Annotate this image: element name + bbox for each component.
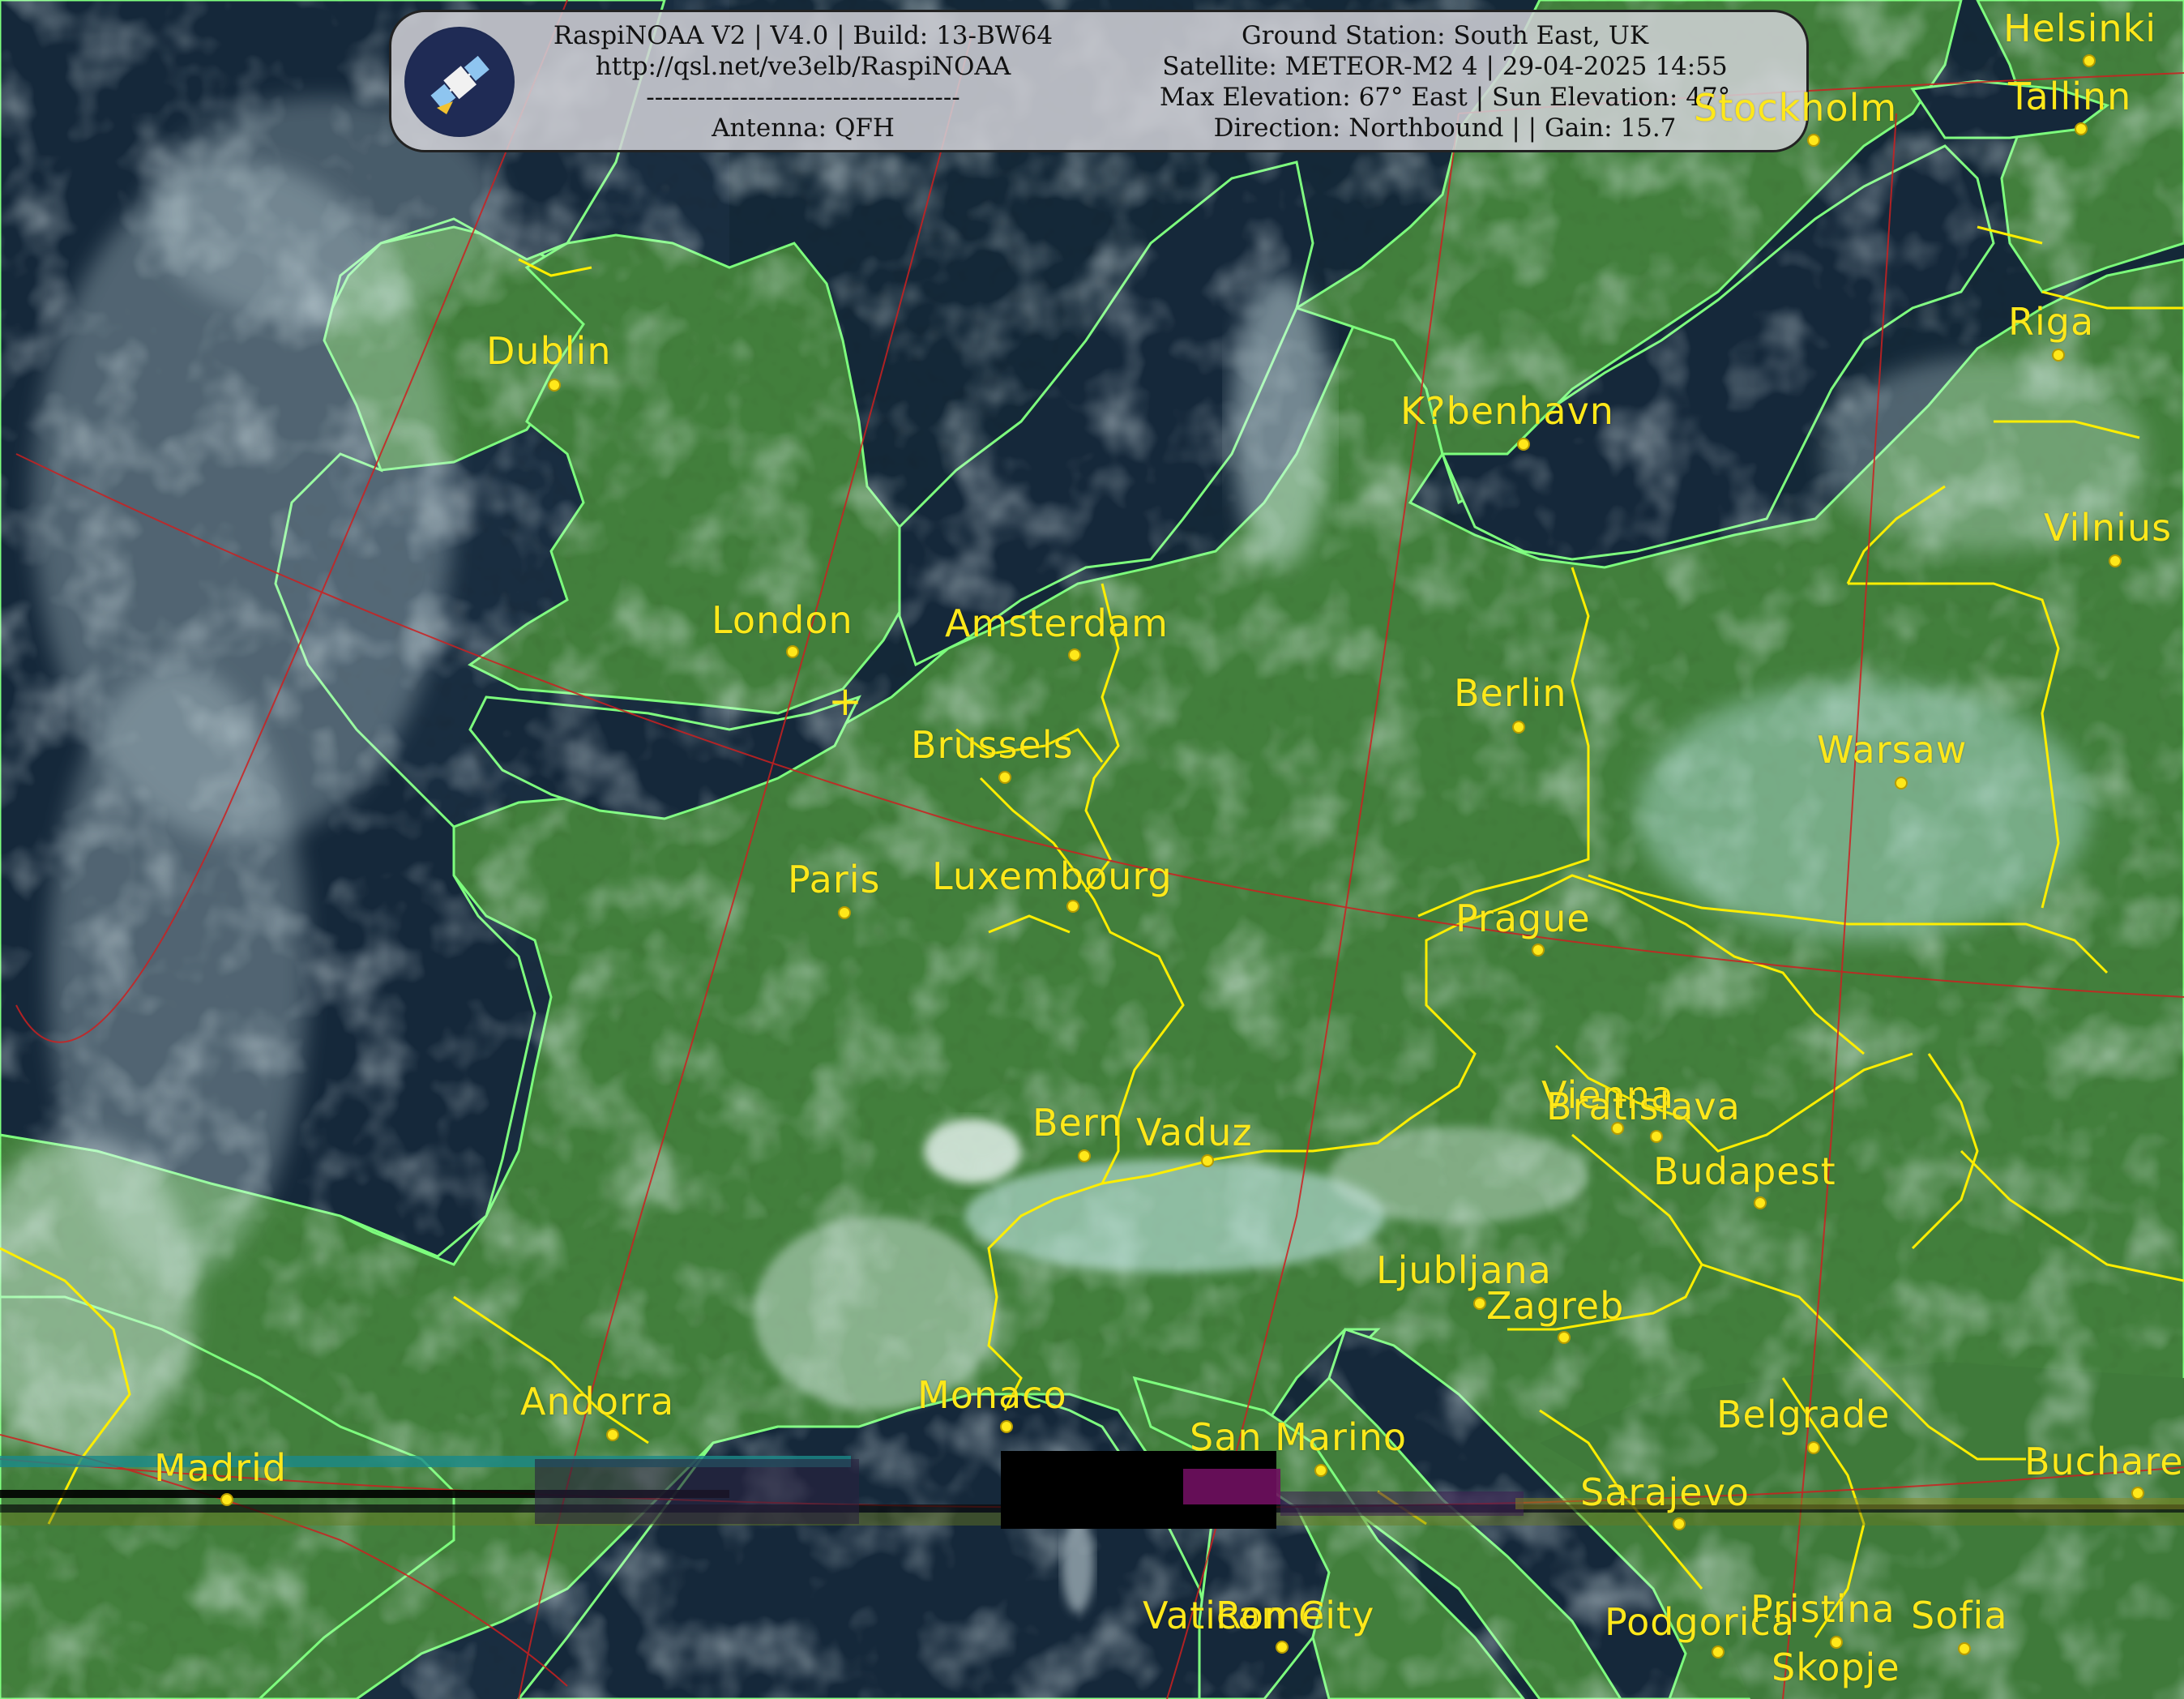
city-label: Luxembourg (932, 854, 1173, 898)
city-label: Andorra (520, 1380, 675, 1423)
city-dot (2052, 349, 2065, 362)
city-label: Vilnius (2044, 506, 2173, 550)
city-label: Brussels (911, 723, 1074, 767)
city-label: Dublin (486, 329, 612, 373)
city-label: Pristina (1750, 1587, 1896, 1631)
satellite-logo-icon (404, 27, 515, 137)
city-dot (1611, 1122, 1624, 1135)
city-label: Bratislava (1546, 1085, 1741, 1128)
city-label: Riga (2008, 300, 2095, 344)
plus-marker-icon: + (828, 678, 862, 725)
city-dot (1314, 1464, 1327, 1477)
city-dot (1512, 721, 1525, 734)
city-dot (1066, 900, 1079, 913)
city-dot (1558, 1331, 1571, 1344)
city-dot (1895, 777, 1908, 790)
city-dot (2109, 554, 2122, 567)
city-label: K?benhavn (1400, 389, 1614, 433)
city-dot (1807, 134, 1820, 147)
clouds (0, 0, 2184, 1699)
city-dot (998, 771, 1011, 784)
city-label: Sarajevo (1580, 1470, 1750, 1514)
city-dot (606, 1428, 619, 1441)
city-label: Helsinki (2003, 6, 2156, 50)
city-dot (2083, 54, 2096, 67)
city-dot (548, 379, 561, 392)
project-link[interactable]: http://qsl.net/ve3elb/RaspiNOAA (528, 51, 1079, 82)
info-header-panel: RaspiNOAA V2 | V4.0 | Build: 13-BW64 htt… (389, 10, 1809, 152)
city-label: Skopje (1772, 1646, 1900, 1689)
header-left-column: RaspiNOAA V2 | V4.0 | Build: 13-BW64 htt… (528, 20, 1079, 143)
city-label: Tallinn (2008, 75, 2132, 118)
city-dot (220, 1493, 233, 1506)
city-dot (1201, 1154, 1214, 1167)
city-label: Vaduz (1136, 1111, 1253, 1154)
city-dot (1712, 1646, 1725, 1658)
city-label: Paris (788, 858, 881, 901)
city-dot (1078, 1149, 1091, 1162)
city-label: Belgrade (1716, 1393, 1891, 1436)
city-label: San Marino (1190, 1415, 1408, 1459)
satellite-info: Satellite: METEOR-M2 4 | 29-04-2025 14:5… (1162, 52, 1728, 81)
city-dot (1807, 1441, 1820, 1454)
header-right-column: Ground Station: South East, UK Satellite… (1105, 20, 1785, 143)
city-dot (1000, 1420, 1013, 1433)
city-label: Sofia (1911, 1594, 2008, 1637)
city-label: Madrid (154, 1446, 287, 1490)
direction-gain-info: Direction: Northbound | | Gain: 15.7 (1213, 113, 1677, 143)
city-dot (1673, 1517, 1686, 1530)
city-label: Rome (1216, 1594, 1326, 1637)
city-dot (2131, 1487, 2144, 1500)
city-label: Zagreb (1486, 1284, 1625, 1328)
city-dot (786, 645, 799, 658)
city-label: Prague (1455, 897, 1591, 940)
ground-station-info: Ground Station: South East, UK (1242, 21, 1648, 50)
city-label: Berlin (1454, 671, 1567, 715)
city-label: Bucharest (2024, 1440, 2184, 1483)
city-label: Budapest (1653, 1149, 1836, 1193)
city-dot (1068, 648, 1081, 661)
build-info: RaspiNOAA V2 | V4.0 | Build: 13-BW64 (553, 21, 1054, 50)
antenna-info: Antenna: QFH (712, 113, 895, 143)
city-dot (1650, 1130, 1663, 1143)
city-dot (838, 906, 851, 919)
city-dot (1276, 1641, 1289, 1654)
map-canvas (0, 0, 2184, 1699)
city-label: Warsaw (1817, 728, 1968, 772)
separator-line: ------------------------------------- (646, 83, 960, 112)
city-dot (1754, 1196, 1767, 1209)
city-label: Amsterdam (945, 601, 1169, 645)
city-dot (1517, 438, 1530, 451)
city-dot (2075, 122, 2088, 135)
city-dot (1532, 944, 1545, 956)
city-label: Monaco (917, 1373, 1067, 1417)
city-label: Bern (1032, 1101, 1123, 1145)
satellite-image: RaspiNOAA V2 | V4.0 | Build: 13-BW64 htt… (0, 0, 2184, 1699)
elevation-info: Max Elevation: 67° East | Sun Elevation:… (1159, 83, 1731, 112)
city-label: Stockholm (1694, 86, 1898, 130)
city-dot (1958, 1642, 1971, 1655)
city-dot (1473, 1297, 1486, 1310)
city-label: London (712, 598, 853, 642)
